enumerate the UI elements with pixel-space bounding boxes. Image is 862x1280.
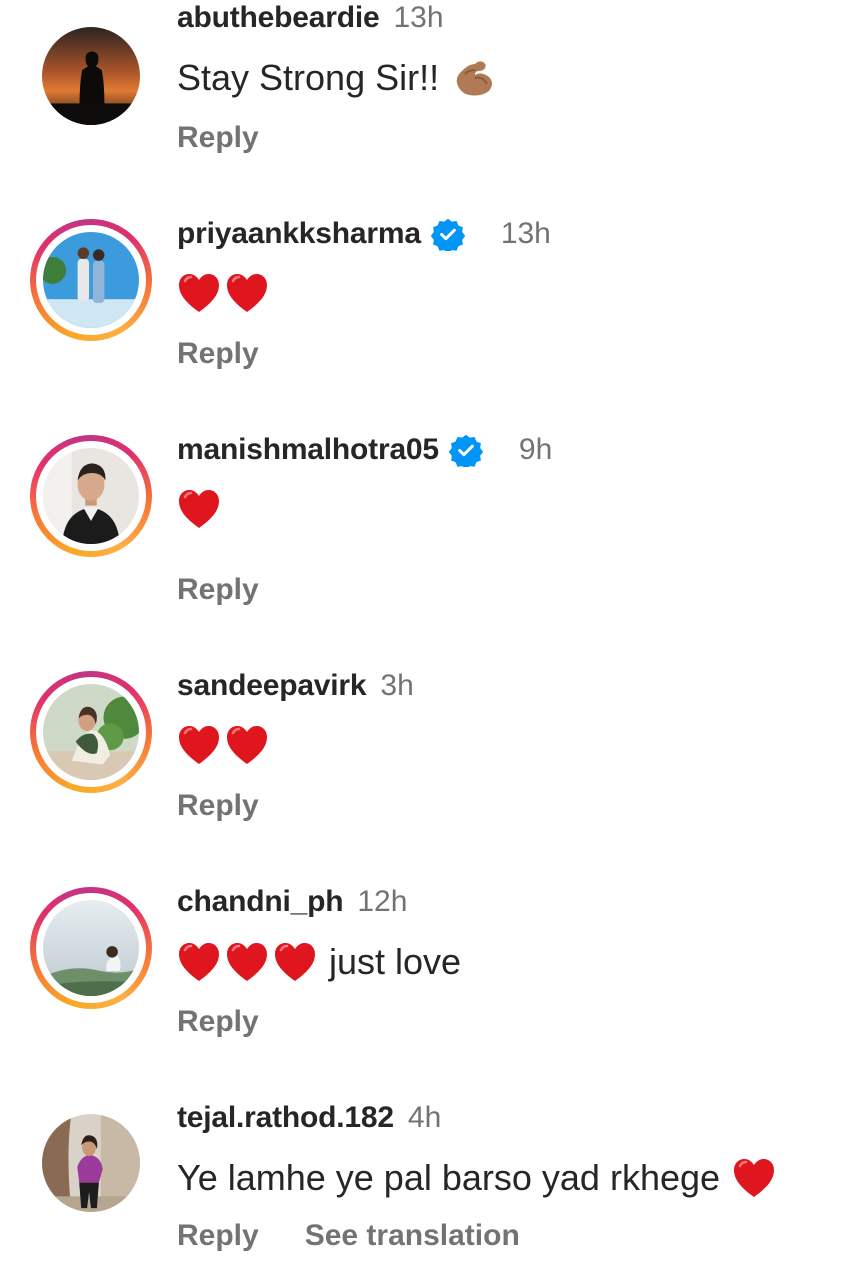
avatar-story-ring[interactable]: [30, 887, 152, 1009]
comment-text-row: just love: [177, 940, 461, 984]
reply-button[interactable]: Reply: [177, 120, 259, 156]
comment-text: just love: [329, 941, 462, 982]
comment-time: 12h: [357, 885, 408, 918]
avatar-photo-icon: [43, 900, 139, 996]
red-heart-icon: [273, 941, 317, 983]
avatar-image: [43, 232, 139, 328]
red-heart-icon: [225, 724, 269, 766]
comment-text: Ye lamhe ye pal barso yad rkhege: [177, 1157, 721, 1198]
avatar[interactable]: [30, 1102, 152, 1224]
avatar-image: [43, 684, 139, 780]
avatar[interactable]: [30, 15, 152, 137]
red-heart-icon: [225, 272, 269, 314]
comment-text-row: [177, 724, 273, 766]
avatar-story-ring[interactable]: [30, 671, 152, 793]
comment-username[interactable]: manishmalhotra05: [177, 432, 439, 468]
see-translation-button[interactable]: See translation: [305, 1218, 520, 1254]
reply-button[interactable]: Reply: [177, 336, 259, 372]
red-heart-icon: [177, 488, 221, 530]
verified-badge-icon: [430, 217, 465, 251]
avatar-photo-icon: [43, 232, 139, 328]
comment-text-row: Ye lamhe ye pal barso yad rkhege: [177, 1156, 780, 1200]
avatar-story-ring[interactable]: [30, 219, 152, 341]
comment-time: 4h: [407, 1101, 442, 1134]
red-heart-icon: [177, 941, 221, 983]
comment-text-row: Stay Strong Sir!!: [177, 56, 495, 100]
avatar-photo-icon: [42, 1114, 140, 1212]
flexed-biceps-icon: [451, 58, 495, 98]
comment-text-row: [177, 488, 225, 530]
reply-button[interactable]: Reply: [177, 572, 259, 608]
comment-username[interactable]: tejal.rathod.182: [177, 1100, 394, 1136]
comment-username[interactable]: abuthebeardie: [177, 0, 380, 36]
comment-username[interactable]: priyaankksharma: [177, 216, 421, 252]
avatar-photo-icon: [42, 27, 140, 125]
avatar-image: [42, 1114, 140, 1212]
red-heart-icon: [732, 1157, 776, 1199]
comment-text-row: [177, 272, 273, 314]
avatar-image: [43, 448, 139, 544]
comment-time: 3h: [380, 669, 414, 702]
red-heart-icon: [177, 272, 221, 314]
comment-time: 13h: [500, 217, 551, 250]
comment-time: 9h: [518, 433, 553, 466]
reply-button[interactable]: Reply: [177, 1004, 259, 1040]
comment-username[interactable]: sandeepavirk: [177, 668, 367, 704]
reply-button[interactable]: Reply: [177, 1218, 259, 1254]
comment-text: Stay Strong Sir!!: [177, 57, 440, 98]
avatar-image: [42, 27, 140, 125]
avatar-image: [43, 900, 139, 996]
avatar-photo-icon: [43, 684, 139, 780]
verified-badge-icon: [448, 433, 483, 467]
red-heart-icon: [177, 724, 221, 766]
avatar-photo-icon: [43, 448, 139, 544]
comment-time: 13h: [393, 1, 444, 34]
comment-username[interactable]: chandni_ph: [177, 884, 344, 920]
avatar-story-ring[interactable]: [30, 435, 152, 557]
red-heart-icon: [225, 941, 269, 983]
reply-button[interactable]: Reply: [177, 788, 259, 824]
